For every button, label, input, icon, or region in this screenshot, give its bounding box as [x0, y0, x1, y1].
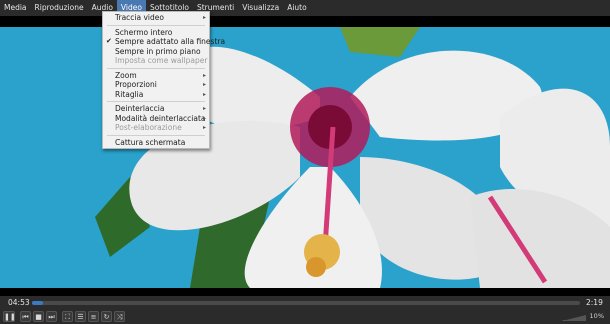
playlist-button[interactable]: ≡ [88, 311, 99, 322]
menu-item-label: Zoom [115, 70, 137, 80]
extended-settings-button[interactable]: ☰ [75, 311, 86, 322]
controls-bar: ❚❚ ⏮ ■ ⏭ ⛶ ☰ ≡ ↻ ⤨ 10% [0, 310, 610, 324]
seek-bar[interactable] [32, 301, 580, 305]
menu-item-label: Imposta come wallpaper [115, 56, 208, 65]
shuffle-icon: ⤨ [116, 313, 123, 321]
menu-item-sempre-adattato[interactable]: ✔ Sempre adattato alla finestra [103, 37, 225, 47]
menu-item-modalita-deinterlacciata[interactable]: Modalità deinterlacciata ▸ [103, 114, 209, 124]
menu-item-label: Schermo intero [115, 27, 173, 37]
menubar: Media Riproduzione Audio Video Sottotito… [0, 0, 610, 16]
menu-aiuto[interactable]: Aiuto [283, 0, 311, 16]
menu-separator [107, 134, 205, 136]
menu-separator [107, 67, 205, 69]
submenu-arrow-icon: ▸ [202, 90, 206, 98]
submenu-arrow-icon: ▸ [202, 114, 206, 122]
menu-item-label: Cattura schermata [115, 137, 186, 147]
volume-level-icon [562, 315, 586, 321]
menu-separator [107, 24, 205, 26]
menu-item-post-elaborazione: Post-elaborazione ▸ [103, 123, 209, 133]
submenu-arrow-icon: ▸ [202, 14, 206, 21]
submenu-arrow-icon: ▸ [202, 81, 206, 88]
loop-button[interactable]: ↻ [101, 311, 112, 322]
extended-settings-icon: ☰ [77, 313, 84, 321]
next-button[interactable]: ⏭ [46, 311, 57, 322]
menu-media[interactable]: Media [0, 0, 31, 16]
hibiscus-video-frame [0, 27, 610, 288]
menu-item-label: Proporzioni [115, 80, 157, 89]
menu-item-label: Deinterlaccia [115, 104, 165, 113]
shuffle-button[interactable]: ⤨ [114, 311, 125, 322]
seek-row: 04:53 2:19 [0, 296, 610, 310]
video-menu-dropdown: Traccia video ▸ Schermo intero ✔ Sempre … [102, 11, 225, 149]
loop-icon: ↻ [103, 313, 110, 321]
menu-item-proporzioni[interactable]: Proporzioni ▸ [103, 80, 209, 90]
checkmark-icon: ✔ [106, 37, 112, 45]
menu-separator [107, 101, 205, 102]
time-elapsed: 04:53 [8, 298, 30, 307]
menu-item-label: Post-elaborazione [115, 123, 182, 132]
submenu-arrow-icon: ▸ [202, 124, 206, 131]
menu-visualizza[interactable]: Visualizza [238, 0, 283, 16]
menu-item-cattura-schermata[interactable]: Cattura schermata [103, 138, 209, 148]
volume-slider[interactable] [562, 314, 586, 321]
menu-item-traccia-video[interactable]: Traccia video ▸ [103, 13, 209, 23]
menu-item-wallpaper: Imposta come wallpaper [103, 56, 209, 66]
menu-item-label: Traccia video [115, 13, 164, 22]
next-icon: ⏭ [48, 313, 55, 321]
menu-item-label: Modalità deinterlacciata [115, 113, 206, 123]
submenu-arrow-icon: ▸ [202, 105, 206, 112]
menu-item-zoom[interactable]: Zoom ▸ [103, 71, 209, 81]
video-area[interactable] [0, 27, 610, 288]
menu-item-ritaglia[interactable]: Ritaglia ▸ [103, 90, 209, 100]
submenu-arrow-icon: ▸ [202, 71, 206, 79]
fullscreen-button[interactable]: ⛶ [62, 311, 73, 322]
pause-button[interactable]: ❚❚ [3, 311, 16, 322]
menu-riproduzione[interactable]: Riproduzione [31, 0, 88, 16]
volume-label: 10% [589, 312, 604, 320]
previous-icon: ⏮ [22, 313, 29, 321]
menu-item-schermo-intero[interactable]: Schermo intero [103, 28, 209, 38]
stop-icon: ■ [35, 313, 42, 321]
menu-item-label: Ritaglia [115, 89, 144, 99]
previous-button[interactable]: ⏮ [20, 311, 31, 322]
menu-item-label: Sempre adattato alla finestra [115, 37, 226, 46]
pause-icon: ❚❚ [4, 313, 16, 321]
time-total: 2:19 [586, 298, 603, 307]
playlist-icon: ≡ [90, 313, 97, 321]
seek-progress [32, 301, 43, 305]
menu-item-deinterlaccia[interactable]: Deinterlaccia ▸ [103, 104, 209, 114]
menu-item-label: Sempre in primo piano [115, 46, 201, 56]
menu-item-primo-piano[interactable]: Sempre in primo piano [103, 47, 209, 57]
fullscreen-icon: ⛶ [65, 313, 70, 321]
stop-button[interactable]: ■ [33, 311, 44, 322]
